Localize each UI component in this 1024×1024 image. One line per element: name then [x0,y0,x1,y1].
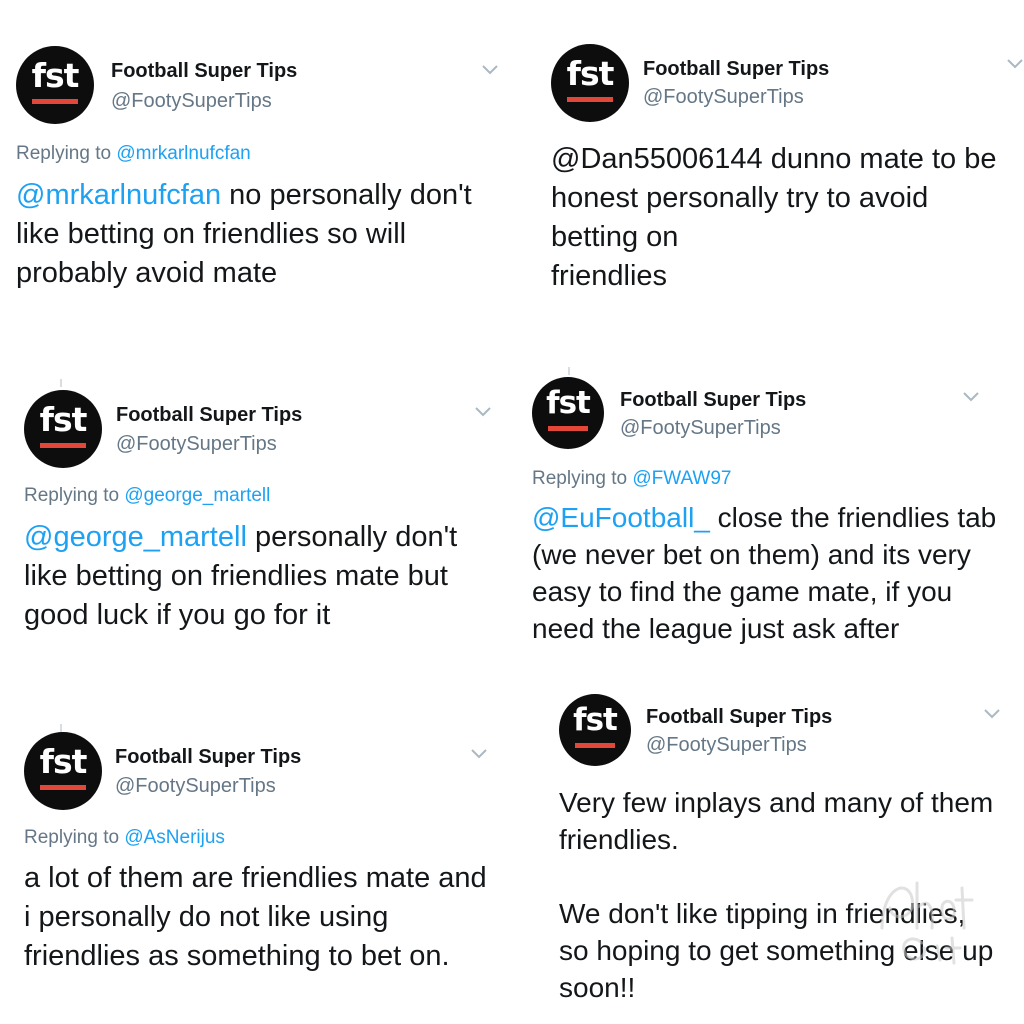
avatar-logo-text: fst [39,742,88,781]
mention-link[interactable]: @george_martell [24,521,247,553]
thread-connector [60,724,62,732]
replying-to: Replying to @mrkarlnufcfan [16,143,251,165]
account-name[interactable]: Football Super Tips [116,404,302,427]
tweet-card[interactable]: fst Football Super Tips @FootySuperTips … [532,377,1022,657]
tweet-text-line: friendlies [551,260,668,292]
account-handle[interactable]: @FootySuperTips [116,433,277,456]
avatar-logo-text: fst [31,56,80,95]
avatar-logo-bar [575,743,615,748]
tweet-text: @mrkarlnufcfan no personally don't like … [16,176,486,293]
tweet-card[interactable]: fst Football Super Tips @FootySuperTips … [551,44,1024,304]
account-name[interactable]: Football Super Tips [643,58,829,81]
chevron-down-icon[interactable] [481,64,499,76]
tweet-card[interactable]: fst Football Super Tips @FootySuperTips … [16,46,506,306]
avatar[interactable]: fst [559,694,631,766]
account-handle[interactable]: @FootySuperTips [111,90,272,113]
replying-to-link[interactable]: @FWAW97 [632,468,731,489]
avatar-logo-text: fst [573,702,618,738]
avatar-logo-text: fst [546,385,591,421]
chevron-down-icon[interactable] [983,708,1001,720]
tweet-text: @Dan55006144 dunno mate to be honest per… [551,140,1011,296]
tweet-card[interactable]: fst Football Super Tips @FootySuperTips … [24,732,514,992]
chevron-down-icon[interactable] [470,748,488,760]
replying-prefix: Replying to [24,485,120,506]
mention-link[interactable]: @mrkarlnufcfan [16,179,221,211]
replying-to-link[interactable]: @AsNerijus [124,827,225,848]
account-handle[interactable]: @FootySuperTips [646,734,807,757]
replying-prefix: Replying to [532,468,628,489]
replying-to-link[interactable]: @mrkarlnufcfan [116,143,250,164]
chevron-down-icon[interactable] [962,391,980,403]
avatar-logo-bar [567,97,613,102]
avatar-logo-bar [32,99,78,104]
account-handle[interactable]: @FootySuperTips [643,86,804,109]
avatar-logo-text: fst [566,54,615,93]
avatar[interactable]: fst [24,732,102,810]
tweet-text-line: @Dan55006144 dunno mate to be honest per… [551,143,997,253]
replying-to: Replying to @george_martell [24,485,270,507]
account-handle[interactable]: @FootySuperTips [115,775,276,798]
replying-prefix: Replying to [24,827,120,848]
tweet-text: a lot of them are friendlies mate and i … [24,859,494,976]
thread-connector [568,367,570,375]
replying-to-link[interactable]: @george_martell [124,485,270,506]
thread-connector [60,379,62,387]
tweet-text-content: a lot of them are friendlies mate and i … [24,862,487,972]
tweet-text: @EuFootball_ close the friendlies tab (w… [532,499,1002,647]
chevron-down-icon[interactable] [1006,58,1024,70]
avatar[interactable]: fst [532,377,604,449]
avatar-logo-bar [548,426,588,431]
replying-to: Replying to @AsNerijus [24,827,225,849]
tweet-paragraph: Very few inplays and many of them friend… [559,787,994,855]
chevron-down-icon[interactable] [474,406,492,418]
account-name[interactable]: Football Super Tips [111,60,297,83]
mention-link[interactable]: @EuFootball_ [532,502,710,533]
account-name[interactable]: Football Super Tips [115,746,301,769]
account-handle[interactable]: @FootySuperTips [620,417,781,440]
replying-prefix: Replying to [16,143,112,164]
avatar-logo-bar [40,785,86,790]
avatar[interactable]: fst [24,390,102,468]
tweet-text: @george_martell personally don't like be… [24,518,494,635]
avatar[interactable]: fst [551,44,629,122]
avatar-logo-bar [40,443,86,448]
avatar-logo-text: fst [39,400,88,439]
photo-grid-watermark-icon [880,881,974,965]
avatar[interactable]: fst [16,46,94,124]
account-name[interactable]: Football Super Tips [646,706,832,729]
tweet-card[interactable]: fst Football Super Tips @FootySuperTips … [24,390,504,640]
replying-to: Replying to @FWAW97 [532,468,732,490]
account-name[interactable]: Football Super Tips [620,389,806,412]
